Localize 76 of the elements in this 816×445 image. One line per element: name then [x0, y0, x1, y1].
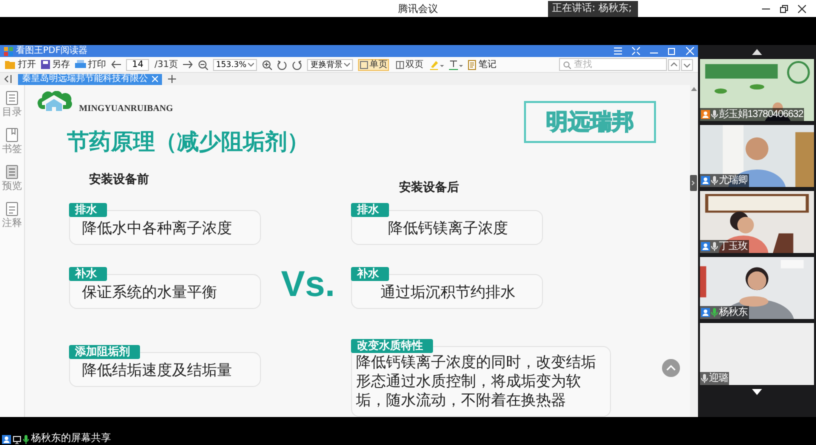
note-icon	[6, 202, 18, 216]
rotate-left-icon[interactable]	[277, 60, 288, 70]
slide-title: 节药原理（减少阻垢剂）	[67, 129, 310, 157]
app-logo-icon	[4, 46, 13, 56]
collapse-icon[interactable]	[4, 75, 12, 83]
save-as-button[interactable]: 另存	[41, 60, 70, 70]
participant-name: 迎璐	[709, 373, 728, 384]
text-color-icon[interactable]	[449, 60, 464, 70]
page-icon	[360, 60, 368, 68]
zoom-out-icon[interactable]	[198, 60, 208, 70]
participant-name: 丁玉玫	[719, 241, 748, 252]
next-result-icon[interactable]	[681, 58, 693, 70]
page-number-field[interactable]: 14	[126, 58, 150, 70]
card-text: 保证系统的水量平衡	[81, 282, 218, 302]
app-title: 看图王PDF阅读器	[16, 46, 88, 56]
card-text: 降低钙镁离子浓度	[387, 218, 509, 238]
speaking-indicator: 正在讲话: 杨秋东;	[548, 1, 638, 17]
list-icon	[6, 165, 18, 179]
card-text: 降低结垢速度及结垢量	[81, 360, 233, 380]
bookmark-icon	[6, 128, 18, 142]
sidebar-item[interactable]: 预览	[2, 165, 22, 192]
card-text: 降低钙镁离子浓度的同时，改变结垢形态通过水质控制，将成垢变为软垢，随水流动，不附着在换热器	[355, 353, 597, 410]
scroll-to-top-icon[interactable]	[662, 359, 680, 377]
participant-name: 彭玉娟13780406632	[719, 109, 804, 120]
company-logo-icon	[35, 91, 73, 113]
note-icon	[468, 60, 476, 70]
close-icon[interactable]	[798, 4, 806, 12]
microphone-icon	[23, 435, 29, 444]
sidebar-item[interactable]: 目录	[2, 91, 22, 118]
card-text: 通过垢沉积节约排水	[380, 282, 516, 302]
page-total: /31页	[154, 59, 178, 71]
zoom-in-icon[interactable]	[262, 60, 272, 70]
add-tab-icon[interactable]	[168, 75, 176, 83]
screen-share-label: 杨秋东的屏幕共享	[31, 433, 111, 444]
view-mode-button[interactable]: 单页	[358, 58, 390, 70]
card-tag: 补水	[69, 267, 107, 281]
person-icon	[2, 435, 11, 444]
restore-icon[interactable]	[780, 4, 788, 12]
caret-icon	[248, 62, 254, 66]
screen-icon	[13, 436, 21, 444]
panel-collapse-icon[interactable]	[690, 175, 697, 191]
card-tag: 补水	[351, 267, 389, 281]
view-mode-button[interactable]: 双页	[394, 58, 426, 70]
column-heading: 安装设备后	[398, 179, 460, 196]
previous-result-icon[interactable]	[668, 58, 680, 70]
back-arrow-icon[interactable]	[111, 60, 121, 69]
print-button[interactable]: 打印	[75, 60, 106, 70]
card-tag: 添加阻垢剂	[69, 345, 140, 359]
list-icon	[6, 91, 18, 105]
card-tag: 改变水质特性	[351, 339, 433, 353]
card-tag: 排水	[69, 203, 107, 217]
caret-icon	[344, 62, 350, 66]
printer-icon	[75, 60, 86, 69]
versus-label: Vs.	[280, 263, 336, 305]
rotate-right-icon[interactable]	[292, 60, 302, 70]
background-dropdown[interactable]: 更换背景	[307, 58, 354, 70]
folder-icon	[5, 60, 16, 69]
participant-name: 尤瑞卿	[719, 175, 748, 186]
zoom-dropdown[interactable]: 153.3%	[212, 58, 258, 70]
open-button[interactable]: 打开	[5, 60, 36, 70]
card-tag: 排水	[351, 203, 389, 217]
participant-name: 杨秋东	[719, 307, 748, 318]
column-heading: 安装设备前	[88, 171, 150, 188]
company-name: MINGYUANRUIBANG	[79, 103, 173, 113]
scroll-down-icon[interactable]	[752, 389, 762, 395]
fullscreen-icon[interactable]	[632, 47, 640, 55]
scroll-up-icon[interactable]	[752, 49, 762, 55]
save-icon	[41, 60, 50, 69]
window-title: 腾讯会议	[398, 2, 438, 16]
note-button[interactable]: 笔记	[468, 60, 496, 70]
card-text: 降低水中各种离子浓度	[81, 218, 233, 238]
search-icon	[563, 60, 571, 68]
page-icon	[396, 60, 404, 68]
forward-arrow-icon[interactable]	[182, 60, 193, 69]
brand-box: 明远瑞邦	[524, 101, 656, 143]
menu-icon[interactable]	[614, 47, 622, 55]
